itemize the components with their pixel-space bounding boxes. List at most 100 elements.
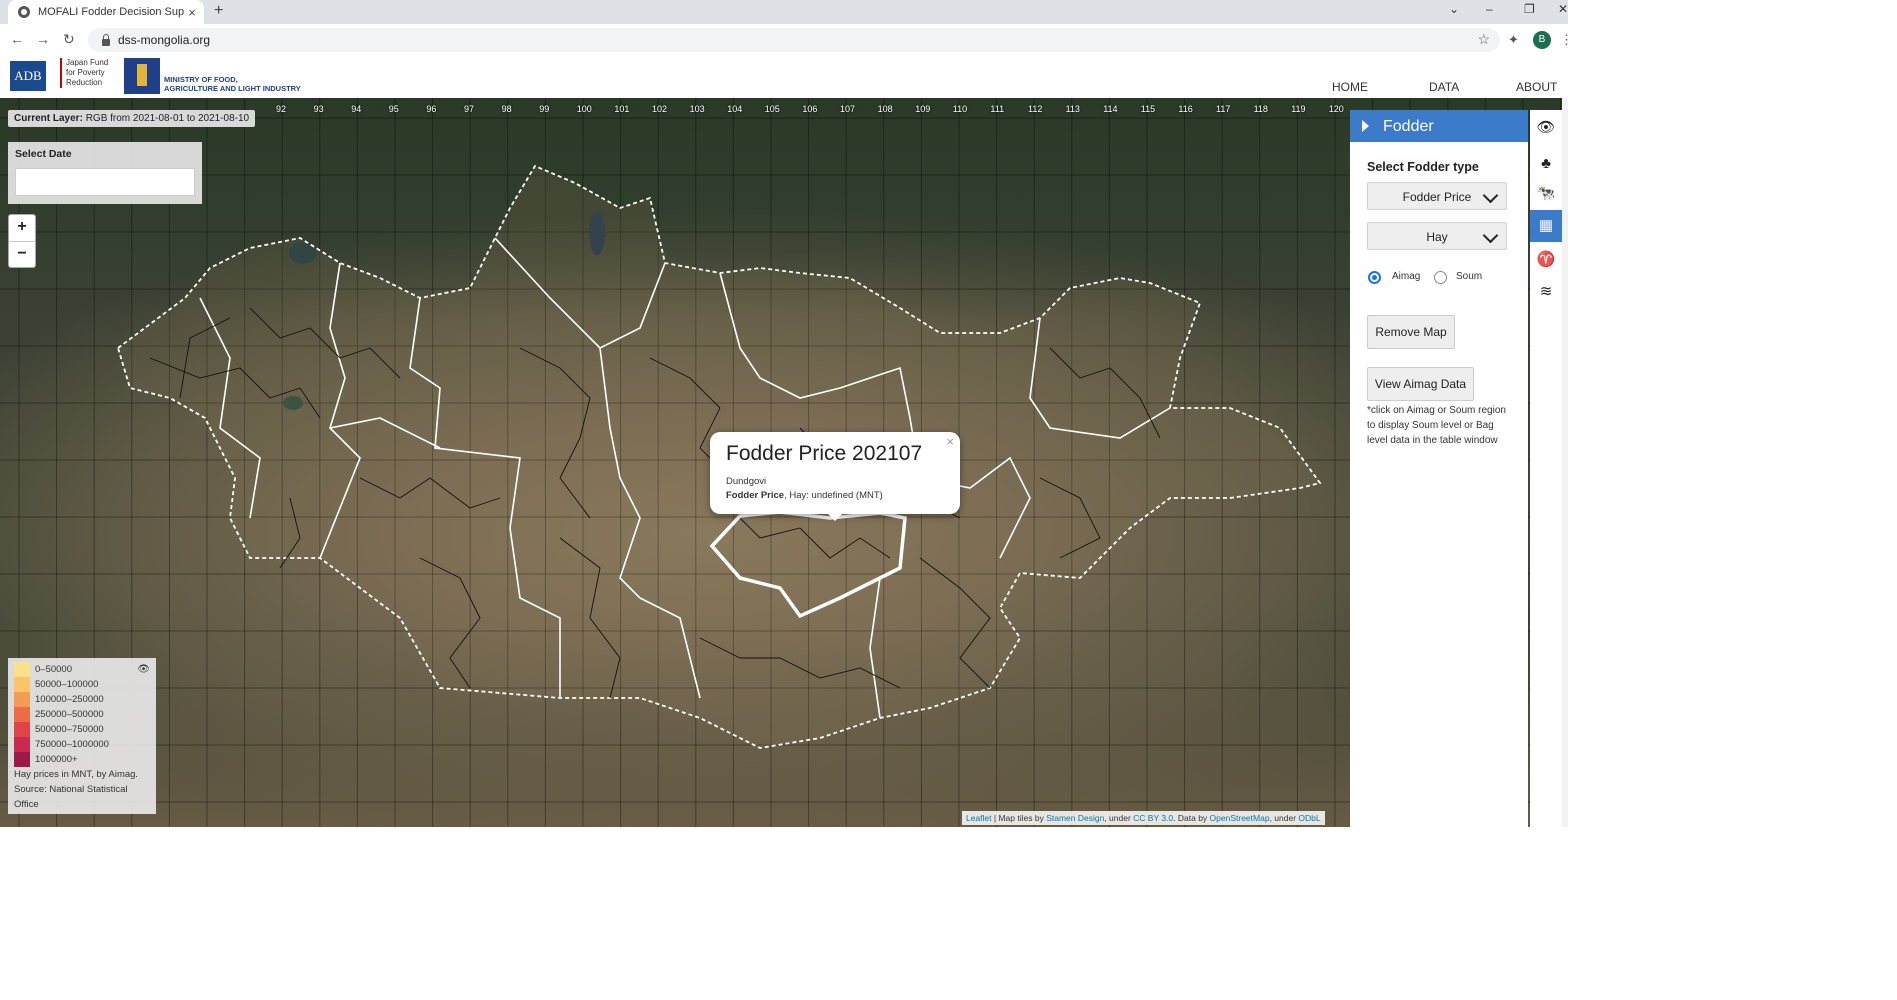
layers-icon[interactable]: ≋	[1530, 276, 1562, 308]
legend-item: 250000–500000	[14, 707, 104, 722]
longitude-label: 105	[764, 104, 780, 114]
longitude-label: 109	[915, 104, 931, 114]
extensions-icon[interactable]: ✦	[1508, 32, 1519, 48]
current-layer-label: Current Layer:	[14, 113, 83, 124]
fodder-type-select[interactable]: Fodder Price	[1367, 182, 1507, 210]
nav-data[interactable]: DATA	[1429, 80, 1459, 94]
legend-label: 100000–250000	[35, 694, 104, 705]
attrib-text-4: , under	[1269, 813, 1299, 823]
longitude-label: 112	[1028, 104, 1043, 114]
legend-label: 500000–750000	[35, 724, 104, 735]
zoom-out-button[interactable]: −	[9, 242, 35, 268]
longitude-label: 114	[1103, 104, 1118, 114]
tab-search-icon[interactable]: ⌄	[1449, 2, 1459, 16]
goat-icon[interactable]: ♈	[1530, 244, 1562, 276]
attrib-osm-link[interactable]: OpenStreetMap	[1210, 813, 1270, 823]
browser-tab[interactable]: MOFALI Fodder Decision Suppor ×	[8, 0, 204, 24]
reload-icon[interactable]: ↻	[63, 31, 75, 48]
legend-swatch	[14, 752, 30, 767]
longitude-label: 96	[426, 104, 437, 114]
radio-soum[interactable]	[1434, 271, 1447, 284]
popup-tip	[826, 512, 844, 521]
select-date-box: Select Date	[8, 142, 202, 204]
grass-icon[interactable]: ♣	[1530, 148, 1562, 180]
longitude-label: 106	[802, 104, 818, 114]
legend-swatch	[14, 692, 30, 707]
longitude-label: 97	[464, 104, 475, 114]
restore-icon[interactable]: ❐	[1524, 2, 1535, 16]
select-date-input[interactable]	[15, 168, 195, 196]
select-date-label: Select Date	[15, 148, 72, 160]
legend-swatch	[14, 722, 30, 737]
site-favicon-icon	[18, 6, 30, 18]
ministry-line-2: AGRICULTURE AND LIGHT INDUSTRY	[164, 83, 301, 93]
legend-label: 250000–500000	[35, 709, 104, 720]
collapse-arrow-icon[interactable]	[1362, 120, 1369, 132]
tab-close-icon[interactable]: ×	[184, 5, 200, 20]
attrib-odbl-link[interactable]: ODbL	[1298, 813, 1320, 823]
current-layer-value: RGB from 2021-08-01 to 2021-08-10	[85, 113, 250, 124]
remove-map-button[interactable]: Remove Map	[1367, 315, 1455, 349]
window-close-icon[interactable]: ✕	[1558, 2, 1568, 16]
longitude-label: 110	[952, 104, 968, 114]
profile-avatar[interactable]: B	[1533, 31, 1551, 49]
panel-edge	[1562, 98, 1568, 827]
menu-kebab-icon[interactable]: ⋮	[1560, 32, 1573, 48]
bookmark-star-icon[interactable]: ☆	[1477, 31, 1490, 48]
panel-title: Fodder	[1383, 118, 1434, 135]
eye-icon[interactable]: 👁	[1530, 112, 1562, 144]
legend-swatch	[14, 677, 30, 692]
longitude-label: 107	[840, 104, 856, 114]
longitude-label: 113	[1065, 104, 1080, 114]
address-bar[interactable]: dss-mongolia.org ☆	[88, 28, 1500, 52]
longitude-label: 115	[1140, 104, 1156, 114]
popup-detail-text: , Hay: undefined (MNT)	[784, 490, 883, 501]
fodder-item-select[interactable]: Hay	[1367, 222, 1507, 250]
longitude-label: 102	[652, 104, 668, 114]
select-fodder-type-label: Select Fodder type	[1367, 160, 1479, 174]
attrib-ccby-link[interactable]: CC BY 3.0	[1133, 813, 1173, 823]
zoom-in-button[interactable]: +	[9, 215, 35, 242]
new-tab-button[interactable]: +	[214, 2, 223, 20]
legend-toggle-eye-icon[interactable]: 👁	[137, 664, 150, 675]
longitude-label: 98	[501, 104, 512, 114]
popup-close-button[interactable]: ×	[946, 434, 954, 449]
radio-aimag-label: Aimag	[1392, 271, 1421, 282]
longitude-label: 119	[1291, 104, 1306, 114]
map-canvas[interactable]: 92 93 94 95 96 97 98 99 100 101 102 103 104 105 106 107…	[0, 98, 1568, 827]
nav-home[interactable]: HOME	[1332, 80, 1368, 94]
ministry-name: MINISTRY OF FOOD, AGRICULTURE AND LIGHT …	[164, 75, 301, 93]
attrib-stamen-link[interactable]: Stamen Design	[1046, 813, 1104, 823]
legend-item: 500000–750000	[14, 722, 104, 737]
legend-item: 1000000+	[14, 752, 78, 767]
attrib-leaflet-link[interactable]: Leaflet	[966, 813, 992, 823]
forward-icon[interactable]: →	[36, 31, 50, 47]
legend-label: 750000–1000000	[35, 739, 109, 750]
legend-label: 0–50000	[35, 664, 72, 675]
popup-region: Dundgovi	[726, 476, 767, 487]
legend-swatch	[14, 662, 30, 677]
popup-metric: Fodder Price	[726, 490, 785, 501]
lock-icon	[102, 33, 110, 46]
site-header: ADB Japan Fund for Poverty Reduction MIN…	[0, 56, 1568, 98]
longitude-label: 120	[1328, 104, 1344, 114]
legend-swatch	[14, 737, 30, 752]
nav-about[interactable]: ABOUT	[1516, 80, 1557, 94]
legend-label: 50000–100000	[35, 679, 99, 690]
back-icon[interactable]: ←	[10, 31, 24, 47]
view-aimag-data-button[interactable]: View Aimag Data	[1367, 367, 1474, 401]
radio-aimag[interactable]	[1368, 271, 1381, 284]
attrib-text-3: . Data by	[1173, 813, 1210, 823]
attrib-text-2: , under	[1104, 813, 1134, 823]
longitude-label: 118	[1253, 104, 1268, 114]
longitude-label: 111	[990, 104, 1005, 114]
map-attribution: Leaflet | Map tiles by Stamen Design, un…	[962, 811, 1325, 825]
livestock-icon[interactable]: 🐄	[1530, 178, 1562, 210]
minimize-icon[interactable]: –	[1486, 2, 1493, 16]
legend-item: 0–50000	[14, 662, 72, 677]
current-layer-box: Current Layer: RGB from 2021-08-01 to 20…	[8, 110, 256, 127]
panel-header[interactable]: Fodder	[1350, 110, 1528, 142]
fodder-icon[interactable]: ▦	[1530, 210, 1562, 242]
longitude-label: 93	[313, 104, 324, 114]
popup-detail: Fodder Price, Hay: undefined (MNT)	[726, 490, 883, 501]
